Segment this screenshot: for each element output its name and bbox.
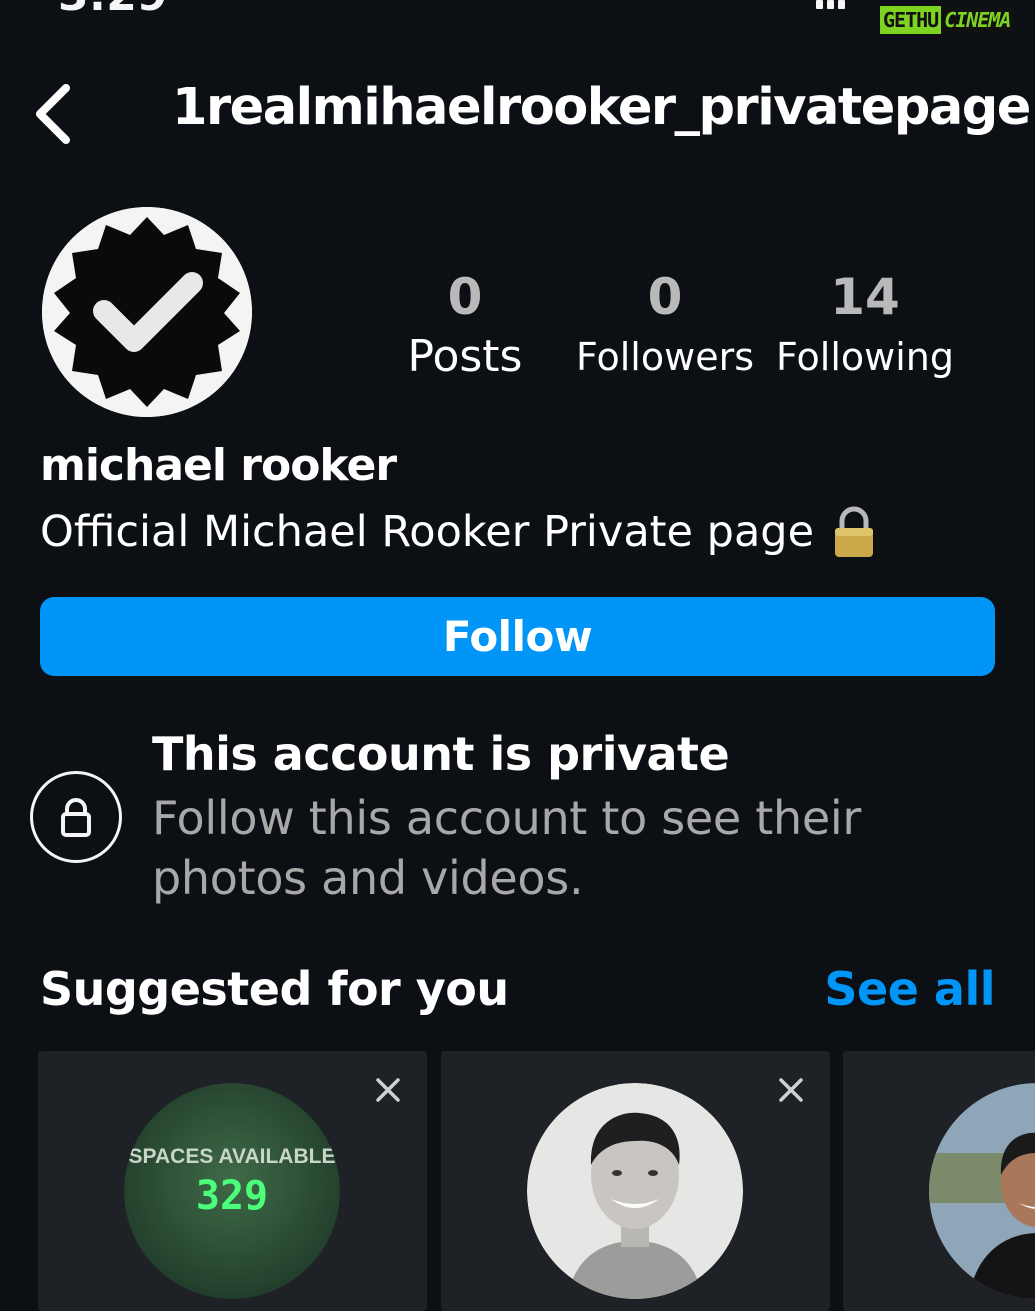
- suggested-card[interactable]: [441, 1051, 830, 1311]
- follow-button[interactable]: Follow: [40, 597, 995, 676]
- bio-text: Official Michael Rooker Private page: [40, 507, 815, 557]
- stat-followers[interactable]: 0 Followers: [570, 265, 760, 385]
- display-name: michael rooker: [40, 440, 397, 491]
- followers-count: 0: [647, 268, 683, 326]
- lock-icon: [30, 771, 122, 863]
- signal-icon: [816, 0, 845, 9]
- profile-header: 1realmihaelrooker_privatepage: [0, 60, 1035, 160]
- private-account-title: This account is private: [152, 727, 730, 781]
- suggested-card[interactable]: [843, 1051, 1035, 1311]
- sign-number: 329: [196, 1173, 268, 1219]
- suggested-title: Suggested for you: [40, 962, 509, 1016]
- posts-count: 0: [447, 268, 483, 326]
- stat-posts[interactable]: 0 Posts: [390, 265, 540, 385]
- watermark-left-text: GETHU: [880, 6, 942, 34]
- close-icon[interactable]: [373, 1075, 403, 1105]
- following-label: Following: [776, 335, 954, 379]
- posts-label: Posts: [407, 331, 523, 382]
- suggested-avatar[interactable]: [929, 1083, 1035, 1299]
- private-account-subtitle: Follow this account to see their photos …: [152, 791, 861, 905]
- see-all-link[interactable]: See all: [824, 962, 995, 1016]
- verified-badge-icon: [42, 207, 252, 417]
- sign-label: SPACES AVAILABLE: [129, 1145, 336, 1168]
- padlock-emoji-icon: [832, 505, 876, 559]
- suggested-avatar[interactable]: [527, 1083, 743, 1299]
- profile-bio: Official Michael Rooker Private page: [40, 505, 876, 559]
- followers-label: Followers: [576, 335, 754, 379]
- following-count: 14: [830, 268, 900, 326]
- profile-avatar[interactable]: [42, 207, 252, 417]
- suggested-card[interactable]: SPACES AVAILABLE 329: [38, 1051, 427, 1311]
- watermark-right-text: CINEMA: [941, 6, 1014, 34]
- suggested-avatar[interactable]: SPACES AVAILABLE 329: [124, 1083, 340, 1299]
- page-title: 1realmihaelrooker_privatepage: [172, 78, 1031, 137]
- back-chevron-icon: [36, 84, 70, 144]
- profile-stats: 0 Posts 0 Followers 14 Following: [380, 265, 980, 395]
- watermark-logo: GETHU CINEMA: [880, 6, 1014, 34]
- back-button[interactable]: [28, 70, 88, 150]
- close-icon[interactable]: [776, 1075, 806, 1105]
- stat-following[interactable]: 14 Following: [770, 265, 960, 385]
- status-time: 3:29: [58, 0, 167, 20]
